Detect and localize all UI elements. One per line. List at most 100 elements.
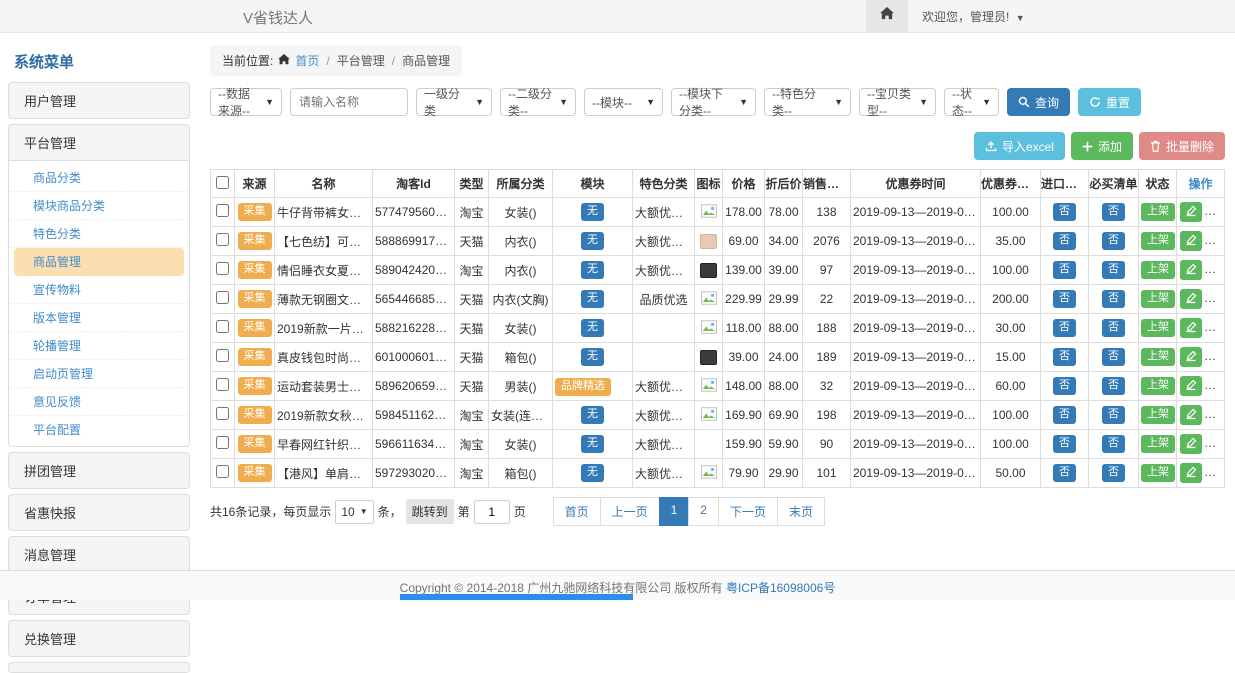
sidebar-item[interactable]: 平台配置 xyxy=(9,416,189,443)
must-buy-toggle[interactable]: 否 xyxy=(1102,261,1125,278)
sidebar-item[interactable]: 特色分类 xyxy=(9,220,189,248)
import-select-toggle[interactable]: 否 xyxy=(1053,203,1076,220)
row-checkbox[interactable] xyxy=(216,291,229,304)
status-badge[interactable]: 上架 xyxy=(1141,319,1175,336)
status-badge[interactable]: 上架 xyxy=(1141,348,1175,365)
filter-select[interactable]: --状态--▼ xyxy=(944,88,999,116)
status-badge[interactable]: 上架 xyxy=(1141,377,1175,394)
batch-delete-button[interactable]: 批量删除 xyxy=(1139,132,1225,160)
filter-select[interactable]: --模块--▼ xyxy=(584,88,663,116)
must-buy-toggle[interactable]: 否 xyxy=(1102,319,1125,336)
filter-select[interactable]: --二级分类--▼ xyxy=(500,88,576,116)
status-badge[interactable]: 上架 xyxy=(1141,435,1175,452)
pager-button[interactable]: 末页 xyxy=(777,497,825,526)
edit-button[interactable] xyxy=(1180,231,1202,251)
search-button[interactable]: 查询 xyxy=(1007,88,1070,116)
status-badge[interactable]: 上架 xyxy=(1141,464,1175,481)
sidebar-section-3[interactable]: 拼团管理 xyxy=(9,453,189,488)
add-button[interactable]: 添加 xyxy=(1071,132,1133,160)
row-checkbox[interactable] xyxy=(216,378,229,391)
filter-select[interactable]: --模块下分类--▼ xyxy=(671,88,756,116)
sidebar-item[interactable]: 意见反馈 xyxy=(9,388,189,416)
import-select-toggle[interactable]: 否 xyxy=(1053,232,1076,249)
pager-button[interactable]: 首页 xyxy=(553,497,601,526)
edit-button[interactable] xyxy=(1180,376,1202,396)
import-select-toggle[interactable]: 否 xyxy=(1053,435,1076,452)
row-checkbox[interactable] xyxy=(216,204,229,217)
sidebar-section-8[interactable] xyxy=(9,663,189,673)
reset-button[interactable]: 重置 xyxy=(1078,88,1141,116)
sidebar-section-7[interactable]: 兑换管理 xyxy=(9,621,189,656)
edit-button[interactable] xyxy=(1180,202,1202,222)
edit-button[interactable] xyxy=(1180,434,1202,454)
import-select-toggle[interactable]: 否 xyxy=(1053,464,1076,481)
status-badge[interactable]: 上架 xyxy=(1141,290,1175,307)
edit-button[interactable] xyxy=(1180,318,1202,338)
product-name: 2019新款女秋薄款... xyxy=(275,401,373,430)
edit-icon xyxy=(1185,263,1197,278)
pager-button[interactable]: 下一页 xyxy=(718,497,778,526)
sidebar-item[interactable]: 启动页管理 xyxy=(9,360,189,388)
row-checkbox[interactable] xyxy=(216,262,229,275)
import-select-toggle[interactable]: 否 xyxy=(1053,406,1076,423)
sidebar-item[interactable]: 版本管理 xyxy=(9,304,189,332)
must-buy-toggle[interactable]: 否 xyxy=(1102,377,1125,394)
sidebar-section-5[interactable]: 消息管理 xyxy=(9,537,189,572)
home-button[interactable] xyxy=(866,0,908,32)
source-badge: 采集 xyxy=(238,377,272,394)
must-buy-toggle[interactable]: 否 xyxy=(1102,348,1125,365)
status-badge[interactable]: 上架 xyxy=(1141,406,1175,423)
sidebar-item[interactable]: 模块商品分类 xyxy=(9,192,189,220)
must-buy-toggle[interactable]: 否 xyxy=(1102,203,1125,220)
sidebar-item[interactable]: 轮播管理 xyxy=(9,332,189,360)
import-select-toggle[interactable]: 否 xyxy=(1053,348,1076,365)
edit-button[interactable] xyxy=(1180,260,1202,280)
must-buy-toggle[interactable]: 否 xyxy=(1102,435,1125,452)
filter-select[interactable]: --宝贝类型--▼ xyxy=(859,88,936,116)
import-excel-button[interactable]: 导入excel xyxy=(974,132,1065,160)
breadcrumb-home-link[interactable]: 首页 xyxy=(295,52,319,69)
row-checkbox[interactable] xyxy=(216,436,229,449)
row-checkbox[interactable] xyxy=(216,407,229,420)
import-select-toggle[interactable]: 否 xyxy=(1053,290,1076,307)
must-buy-toggle[interactable]: 否 xyxy=(1102,464,1125,481)
row-checkbox[interactable] xyxy=(216,465,229,478)
select-all-checkbox[interactable] xyxy=(216,176,229,189)
must-buy-toggle[interactable]: 否 xyxy=(1102,232,1125,249)
filter-select[interactable]: 一级分类▼ xyxy=(416,88,492,116)
user-menu[interactable]: 欢迎您，管理员! ▼ xyxy=(922,8,1025,25)
import-select-toggle[interactable]: 否 xyxy=(1053,261,1076,278)
row-checkbox[interactable] xyxy=(216,349,229,362)
row-checkbox[interactable] xyxy=(216,233,229,246)
icp-link[interactable]: 粤ICP备16098006号 xyxy=(726,581,835,595)
row-checkbox[interactable] xyxy=(216,320,229,333)
sidebar-section-2[interactable]: 平台管理 xyxy=(9,125,189,161)
pager-button[interactable]: 上一页 xyxy=(600,497,660,526)
must-buy-toggle[interactable]: 否 xyxy=(1102,290,1125,307)
edit-button[interactable] xyxy=(1180,463,1202,483)
sidebar-item[interactable]: 宣传物料 xyxy=(9,276,189,304)
page-size-select[interactable]: 10 ▼ xyxy=(335,500,373,524)
import-select-toggle[interactable]: 否 xyxy=(1053,319,1076,336)
bottom-scrollbar-thumb[interactable] xyxy=(400,594,633,600)
sidebar-section-1[interactable]: 用户管理 xyxy=(9,83,189,118)
sidebar-item[interactable]: 商品分类 xyxy=(9,164,189,192)
coupon-amount: 200.00 xyxy=(981,285,1041,314)
status-badge[interactable]: 上架 xyxy=(1141,261,1175,278)
edit-button[interactable] xyxy=(1180,347,1202,367)
pager-button[interactable]: 2 xyxy=(688,497,719,526)
import-select-toggle[interactable]: 否 xyxy=(1053,377,1076,394)
status-badge[interactable]: 上架 xyxy=(1141,232,1175,249)
product-name-search-input[interactable] xyxy=(290,88,408,116)
sidebar-section-4[interactable]: 省惠快报 xyxy=(9,495,189,530)
edit-button[interactable] xyxy=(1180,289,1202,309)
status-badge[interactable]: 上架 xyxy=(1141,203,1175,220)
must-buy-toggle[interactable]: 否 xyxy=(1102,406,1125,423)
jump-page-input[interactable] xyxy=(474,500,510,524)
filter-select[interactable]: --特色分类--▼ xyxy=(764,88,851,116)
edit-button[interactable] xyxy=(1180,405,1202,425)
pager-button[interactable]: 1 xyxy=(659,497,690,526)
jump-to-button[interactable]: 跳转到 xyxy=(406,499,454,524)
filter-select-data-source[interactable]: --数据来源--▼ xyxy=(210,88,282,116)
sidebar-item[interactable]: 商品管理 xyxy=(14,248,184,276)
